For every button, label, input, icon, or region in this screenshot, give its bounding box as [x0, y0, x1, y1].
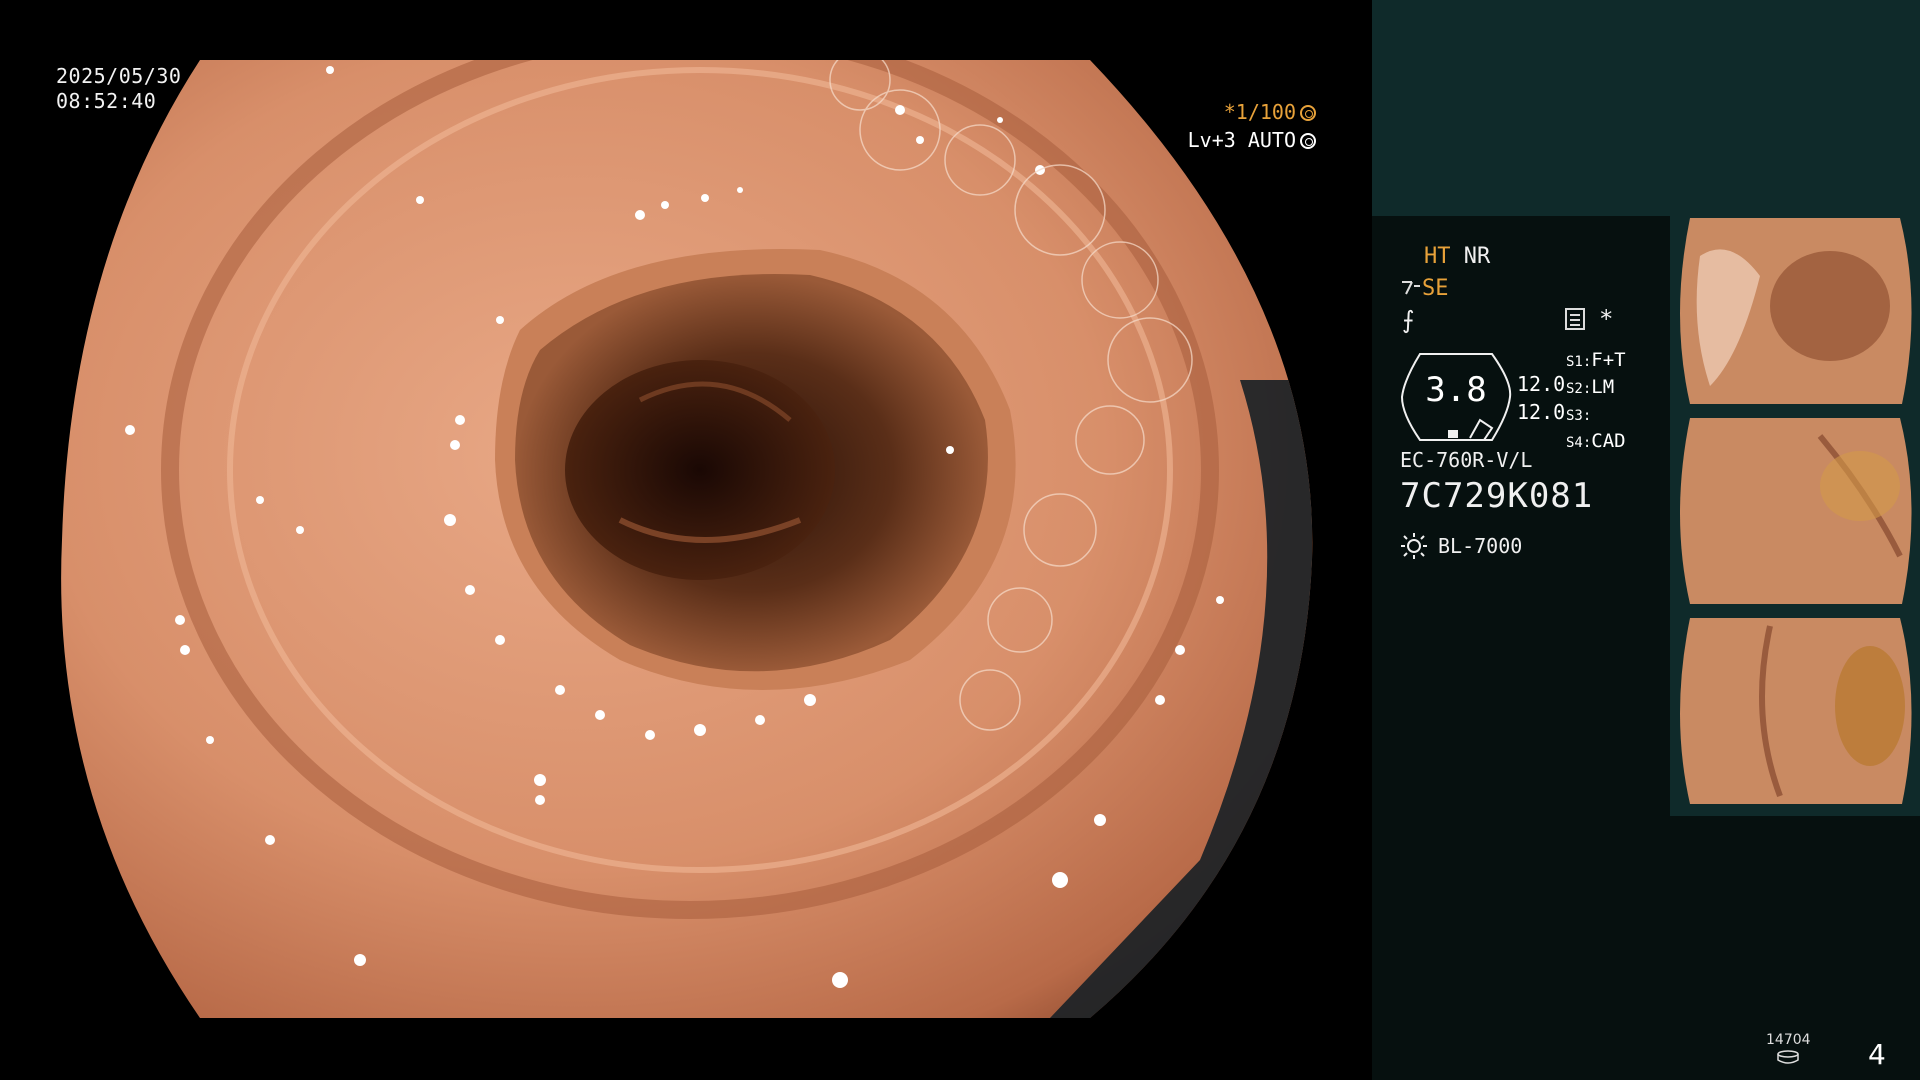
- switch-s4: S4:CAD: [1566, 430, 1626, 452]
- lens-values: 12.0 12.0: [1517, 370, 1565, 426]
- panel-header-area: [1372, 0, 1920, 216]
- mode-ht: HT: [1424, 244, 1451, 269]
- lens-value-b: 12.0: [1517, 400, 1566, 424]
- switch-s2: S2:LM: [1566, 376, 1615, 398]
- auto-iris-icon: [1300, 133, 1316, 149]
- date-time-overlay: 2025/05/30 08:52:40: [56, 64, 181, 114]
- mode-nr: NR: [1463, 244, 1491, 269]
- lens-value-a: 12.0: [1517, 372, 1566, 396]
- switch-s3: S3:: [1566, 408, 1592, 424]
- enhance-icon: [1402, 281, 1420, 295]
- light-source-label: BL-7000: [1438, 534, 1523, 558]
- page-number: 4: [1868, 1038, 1886, 1071]
- mode-indicator-f: ⨍: [1402, 306, 1415, 334]
- thumbnail-2[interactable]: [1670, 416, 1920, 616]
- captured-thumbnails: [1670, 216, 1920, 816]
- asterisk-indicator: *: [1599, 305, 1614, 333]
- switch-assignments: S1:F+T S2:LM S3: S4:CAD: [1566, 348, 1626, 456]
- image-counter: 14704: [1766, 1032, 1811, 1048]
- endoscope-image: [61, 60, 1313, 1018]
- info-panel: HT NR SE ⨍ * 3.8 12.0 12.0 S1:F+T S2:LM …: [1372, 0, 1920, 1080]
- date-label: 2025/05/30: [56, 64, 182, 88]
- mode-indicator-ht-nr: HT NR: [1424, 244, 1490, 269]
- light-source: BL-7000: [1400, 532, 1522, 560]
- brightness-level: Lv+3 AUTO: [1187, 128, 1296, 152]
- aperture-icon: [1300, 105, 1316, 121]
- menu-icon: [1565, 308, 1585, 330]
- sun-icon: [1401, 533, 1427, 559]
- shutter-speed: *1/100: [1223, 100, 1296, 124]
- scope-serial: 7C729K081: [1400, 476, 1594, 516]
- mode-indicator-se: SE: [1400, 276, 1449, 301]
- time-label: 08:52:40: [56, 89, 157, 113]
- thumbnail-1[interactable]: [1670, 216, 1920, 416]
- scope-value: 3.8: [1425, 370, 1487, 410]
- endoscope-view: 2025/05/30 08:52:40 *1/100 Lv+3 AUTO: [0, 0, 1372, 1080]
- scope-model: EC-760R-V/L: [1400, 448, 1533, 472]
- thumbnail-3[interactable]: [1670, 616, 1920, 816]
- mode-se: SE: [1422, 276, 1449, 301]
- switch-s1: S1:F+T: [1566, 349, 1626, 371]
- disk-icon: [1777, 1050, 1799, 1064]
- exposure-overlay: *1/100 Lv+3 AUTO: [1188, 98, 1316, 154]
